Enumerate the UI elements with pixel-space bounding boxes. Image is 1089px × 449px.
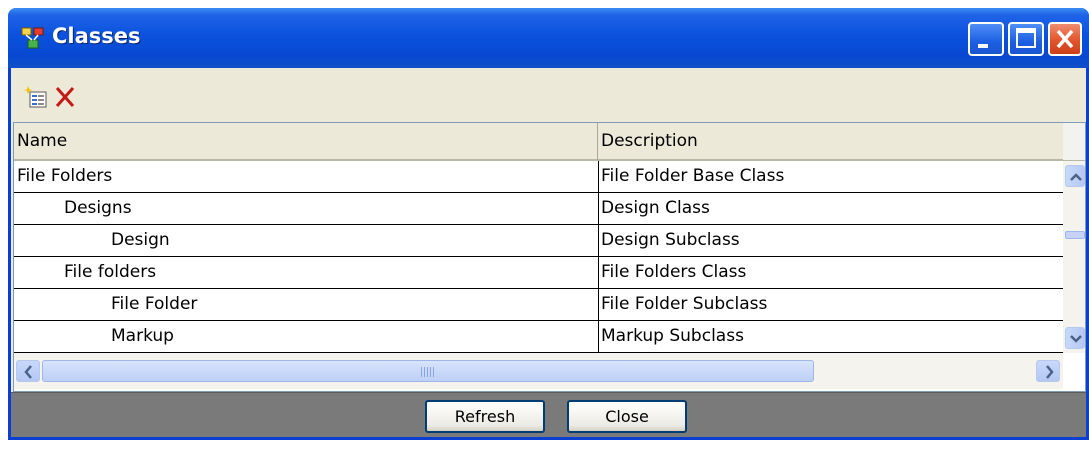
chevron-right-icon — [1046, 365, 1054, 379]
minimize-icon — [978, 44, 988, 48]
chevron-left-icon — [24, 365, 32, 379]
new-class-icon[interactable] — [23, 84, 49, 110]
table-row[interactable]: File Folder File Folder Subclass — [14, 289, 1063, 321]
column-header-description[interactable]: Description — [598, 123, 1063, 160]
row-description-cell: File Folder Subclass — [598, 289, 1063, 320]
horizontal-scroll-thumb[interactable] — [42, 360, 814, 382]
close-window-button[interactable] — [1048, 22, 1082, 56]
delete-icon[interactable] — [53, 84, 79, 110]
column-header-name[interactable]: Name — [14, 123, 598, 160]
close-icon — [1056, 29, 1074, 49]
table-row[interactable]: Design Design Subclass — [14, 225, 1063, 257]
maximize-button[interactable] — [1008, 22, 1044, 56]
window-title: Classes — [52, 24, 141, 48]
row-name-cell: File folders — [64, 262, 157, 282]
row-name-cell: File Folder — [111, 294, 198, 314]
row-description-cell: File Folders Class — [598, 257, 1063, 288]
maximize-icon — [1016, 28, 1036, 48]
classes-window: Classes Name Description File Folders Fi… — [8, 8, 1089, 440]
row-name-cell: Design — [111, 230, 170, 250]
scroll-grip — [421, 367, 435, 377]
grid-header: Name Description — [14, 123, 1085, 161]
row-name-cell: File Folders — [17, 166, 113, 186]
row-name-cell: Designs — [64, 198, 132, 218]
grid-rows: File Folders File Folder Base Class Desi… — [14, 161, 1063, 353]
vertical-scrollbar[interactable] — [1063, 161, 1085, 353]
chevron-down-icon — [1070, 335, 1082, 343]
close-button[interactable]: Close — [567, 400, 687, 433]
scroll-up-button[interactable] — [1065, 165, 1085, 187]
title-bar[interactable]: Classes — [8, 8, 1089, 68]
table-row[interactable]: Markup Markup Subclass — [14, 321, 1063, 353]
row-description-cell: Design Class — [598, 193, 1063, 224]
row-description-cell: Design Subclass — [598, 225, 1063, 256]
horizontal-scrollbar[interactable] — [14, 353, 1063, 389]
classes-grid: Name Description File Folders File Folde… — [13, 122, 1086, 392]
row-name-cell: Markup — [111, 326, 174, 346]
table-row[interactable]: Designs Design Class — [14, 193, 1063, 225]
toolbar — [11, 68, 1086, 122]
button-bar: Refresh Close — [11, 392, 1086, 437]
minimize-button[interactable] — [968, 22, 1004, 56]
row-description-cell: File Folder Base Class — [598, 161, 1063, 192]
class-hierarchy-icon — [21, 27, 44, 49]
header-filler — [1063, 123, 1085, 160]
refresh-button[interactable]: Refresh — [425, 400, 545, 433]
chevron-up-icon — [1070, 173, 1082, 181]
scroll-right-button[interactable] — [1036, 360, 1060, 382]
row-description-cell: Markup Subclass — [598, 321, 1063, 352]
table-row[interactable]: File folders File Folders Class — [14, 257, 1063, 289]
vertical-scroll-thumb[interactable] — [1065, 231, 1085, 239]
scroll-left-button[interactable] — [16, 360, 40, 382]
table-row[interactable]: File Folders File Folder Base Class — [14, 161, 1063, 193]
scroll-down-button[interactable] — [1065, 327, 1085, 349]
